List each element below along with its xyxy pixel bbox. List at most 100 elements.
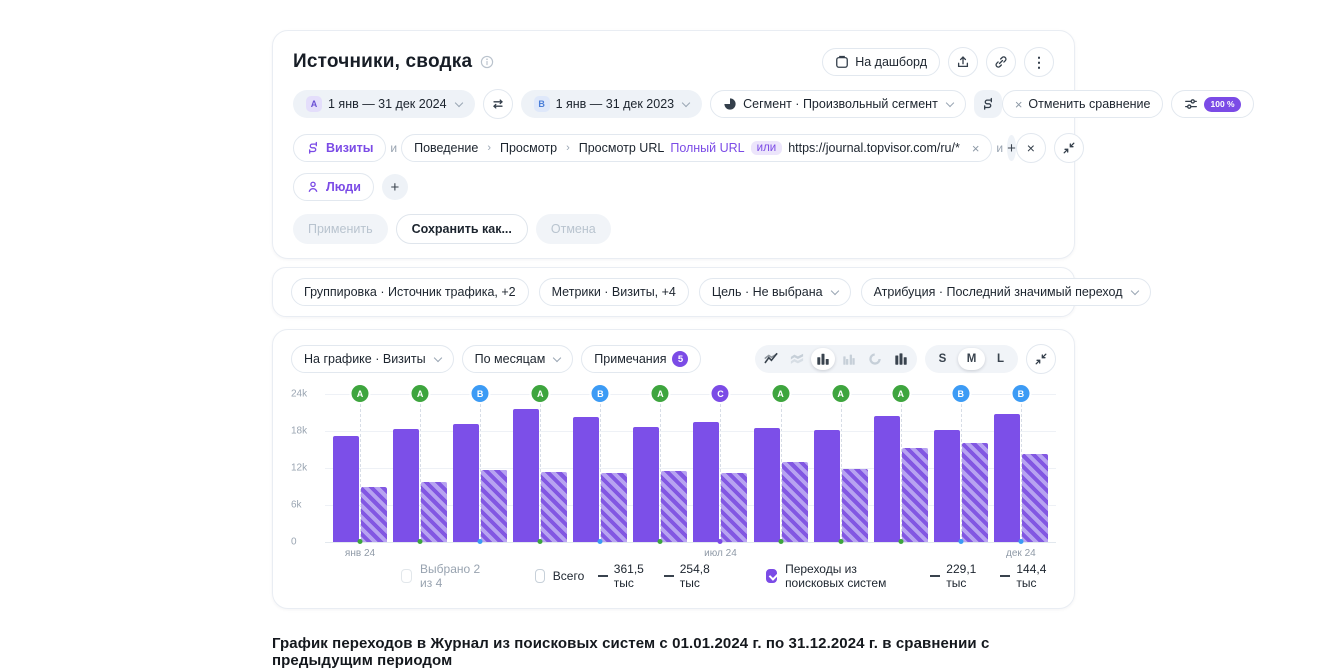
settings-chip[interactable]: Цель · Не выбрана [698, 278, 851, 306]
url-value[interactable]: https://journal.topvisor.com/ru/* [788, 141, 960, 155]
copy-link-button[interactable] [986, 47, 1016, 77]
info-icon[interactable] [480, 55, 494, 69]
dashed-line-swatch [999, 575, 1011, 577]
bar-previous-period[interactable] [841, 469, 868, 542]
bar-current-period[interactable] [453, 423, 480, 542]
save-as-button[interactable]: Сохранить как... [395, 214, 528, 244]
bar-previous-period[interactable] [601, 472, 628, 542]
bar-current-period[interactable] [573, 416, 600, 542]
grouped-bar-chart-icon[interactable] [837, 348, 861, 370]
report-column: Источники, сводка На дашборд ⋮ A 1 янв —… [272, 30, 1254, 669]
segment-settings-button[interactable] [973, 90, 1002, 118]
period-a-selector[interactable]: A 1 янв — 31 дек 2024 [293, 90, 475, 118]
chevron-down-icon [681, 98, 691, 107]
notes-button[interactable]: Примечания 5 [581, 345, 702, 373]
bar-previous-period[interactable] [961, 443, 988, 542]
swap-periods-button[interactable] [482, 89, 513, 119]
to-dashboard-button[interactable]: На дашборд [822, 48, 940, 76]
cancel-button[interactable]: Отмена [535, 214, 611, 244]
sliders-icon [1184, 97, 1198, 111]
bar-current-period[interactable] [633, 427, 660, 542]
checkbox-icon[interactable] [401, 569, 413, 583]
collapse-chart-button[interactable] [1026, 344, 1056, 374]
bar-previous-period[interactable] [781, 462, 808, 542]
bar-current-period[interactable] [993, 413, 1020, 542]
segments-icon [981, 97, 995, 111]
bar-current-period[interactable] [393, 429, 420, 542]
segment-selector[interactable]: Сегмент · Произвольный сегмент [710, 90, 966, 118]
close-icon: × [1026, 140, 1035, 156]
annotation-marker[interactable]: B [591, 385, 609, 402]
bar-current-period[interactable] [933, 429, 960, 542]
visits-filter-chip[interactable]: Визиты [293, 134, 387, 162]
figure-caption: График переходов в Журнал из поисковых с… [272, 635, 990, 669]
annotation-base-dot [657, 539, 663, 544]
bar-previous-period[interactable] [541, 471, 568, 542]
bar-current-period[interactable] [753, 427, 780, 542]
chart-size-l-button[interactable]: L [987, 348, 1014, 370]
more-menu-button[interactable]: ⋮ [1024, 47, 1054, 77]
collapse-filters-button[interactable] [1053, 133, 1084, 163]
annotation-marker[interactable]: A [772, 385, 790, 402]
bar-previous-period[interactable] [481, 469, 508, 542]
bar-previous-period[interactable] [901, 448, 928, 542]
and-connector: и [390, 141, 398, 155]
bar-previous-period[interactable] [361, 486, 387, 542]
annotation-marker[interactable]: A [411, 385, 429, 402]
bar-chart-icon[interactable] [811, 348, 835, 370]
add-condition-button[interactable]: + [1007, 135, 1016, 161]
people-filter-chip[interactable]: Люди [293, 173, 374, 201]
bar-previous-period[interactable] [721, 472, 748, 542]
add-people-condition-button[interactable]: + [381, 174, 408, 200]
annotation-marker[interactable]: A [832, 385, 850, 402]
clear-filters-button[interactable]: × [1015, 133, 1046, 163]
url-condition-chip[interactable]: Поведение › Просмотр › Просмотр URL Полн… [401, 134, 993, 162]
stacked-area-chart-icon[interactable] [785, 348, 809, 370]
bar-previous-period[interactable] [1021, 454, 1048, 542]
bar-previous-period[interactable] [661, 471, 688, 542]
period-b-selector[interactable]: B 1 янв — 31 дек 2023 [520, 90, 703, 118]
annotation-marker[interactable]: C [711, 385, 729, 402]
match-type-link[interactable]: Полный URL [670, 141, 744, 155]
operator-pill[interactable]: или [750, 141, 783, 155]
chart-type-switcher [755, 345, 917, 373]
cancel-compare-button[interactable]: × Отменить сравнение [1001, 90, 1164, 118]
bar-current-period[interactable] [813, 429, 840, 542]
granularity-selector[interactable]: По месяцам [461, 345, 574, 373]
bar-current-period[interactable] [693, 421, 720, 542]
annotation-marker[interactable]: A [351, 385, 369, 402]
kebab-icon: ⋮ [1032, 54, 1046, 70]
sampling-control[interactable]: 100 % [1171, 90, 1254, 118]
line-chart-icon[interactable] [759, 348, 783, 370]
settings-chip[interactable]: Группировка · Источник трафика, +2 [291, 278, 529, 306]
annotation-marker[interactable]: B [1012, 385, 1030, 402]
collapse-icon [1062, 141, 1076, 155]
donut-chart-icon[interactable] [863, 348, 887, 370]
bar-current-period[interactable] [513, 409, 540, 542]
checkbox-icon[interactable] [534, 569, 545, 583]
remove-condition-icon[interactable]: × [972, 141, 980, 156]
chevron-down-icon [830, 286, 839, 295]
annotation-base-dot [838, 539, 844, 544]
bar-previous-period[interactable] [421, 481, 448, 542]
apply-button[interactable]: Применить [293, 214, 388, 244]
y-axis-tick: 12k [291, 462, 308, 474]
chart-size-s-button[interactable]: S [929, 348, 956, 370]
annotation-base-dot [357, 539, 363, 544]
annotation-marker[interactable]: A [892, 385, 910, 402]
annotation-marker[interactable]: A [651, 385, 669, 402]
chart-size-m-button[interactable]: M [958, 348, 985, 370]
export-button[interactable] [948, 47, 978, 77]
annotation-marker[interactable]: B [471, 385, 489, 402]
settings-chip[interactable]: Метрики · Визиты, +4 [538, 278, 689, 306]
chart-metric-selector[interactable]: На графике · Визиты [291, 345, 454, 373]
settings-chip[interactable]: Атрибуция · Последний значимый переход [860, 278, 1151, 306]
bar-current-period[interactable] [333, 435, 359, 542]
annotation-marker[interactable]: A [531, 385, 549, 402]
person-icon [306, 180, 320, 194]
annotation-marker[interactable]: B [952, 385, 970, 402]
column-chart-icon[interactable] [889, 348, 913, 370]
bar-current-period[interactable] [873, 415, 900, 542]
checkbox-icon[interactable] [766, 569, 778, 583]
annotation-base-dot [417, 539, 423, 544]
